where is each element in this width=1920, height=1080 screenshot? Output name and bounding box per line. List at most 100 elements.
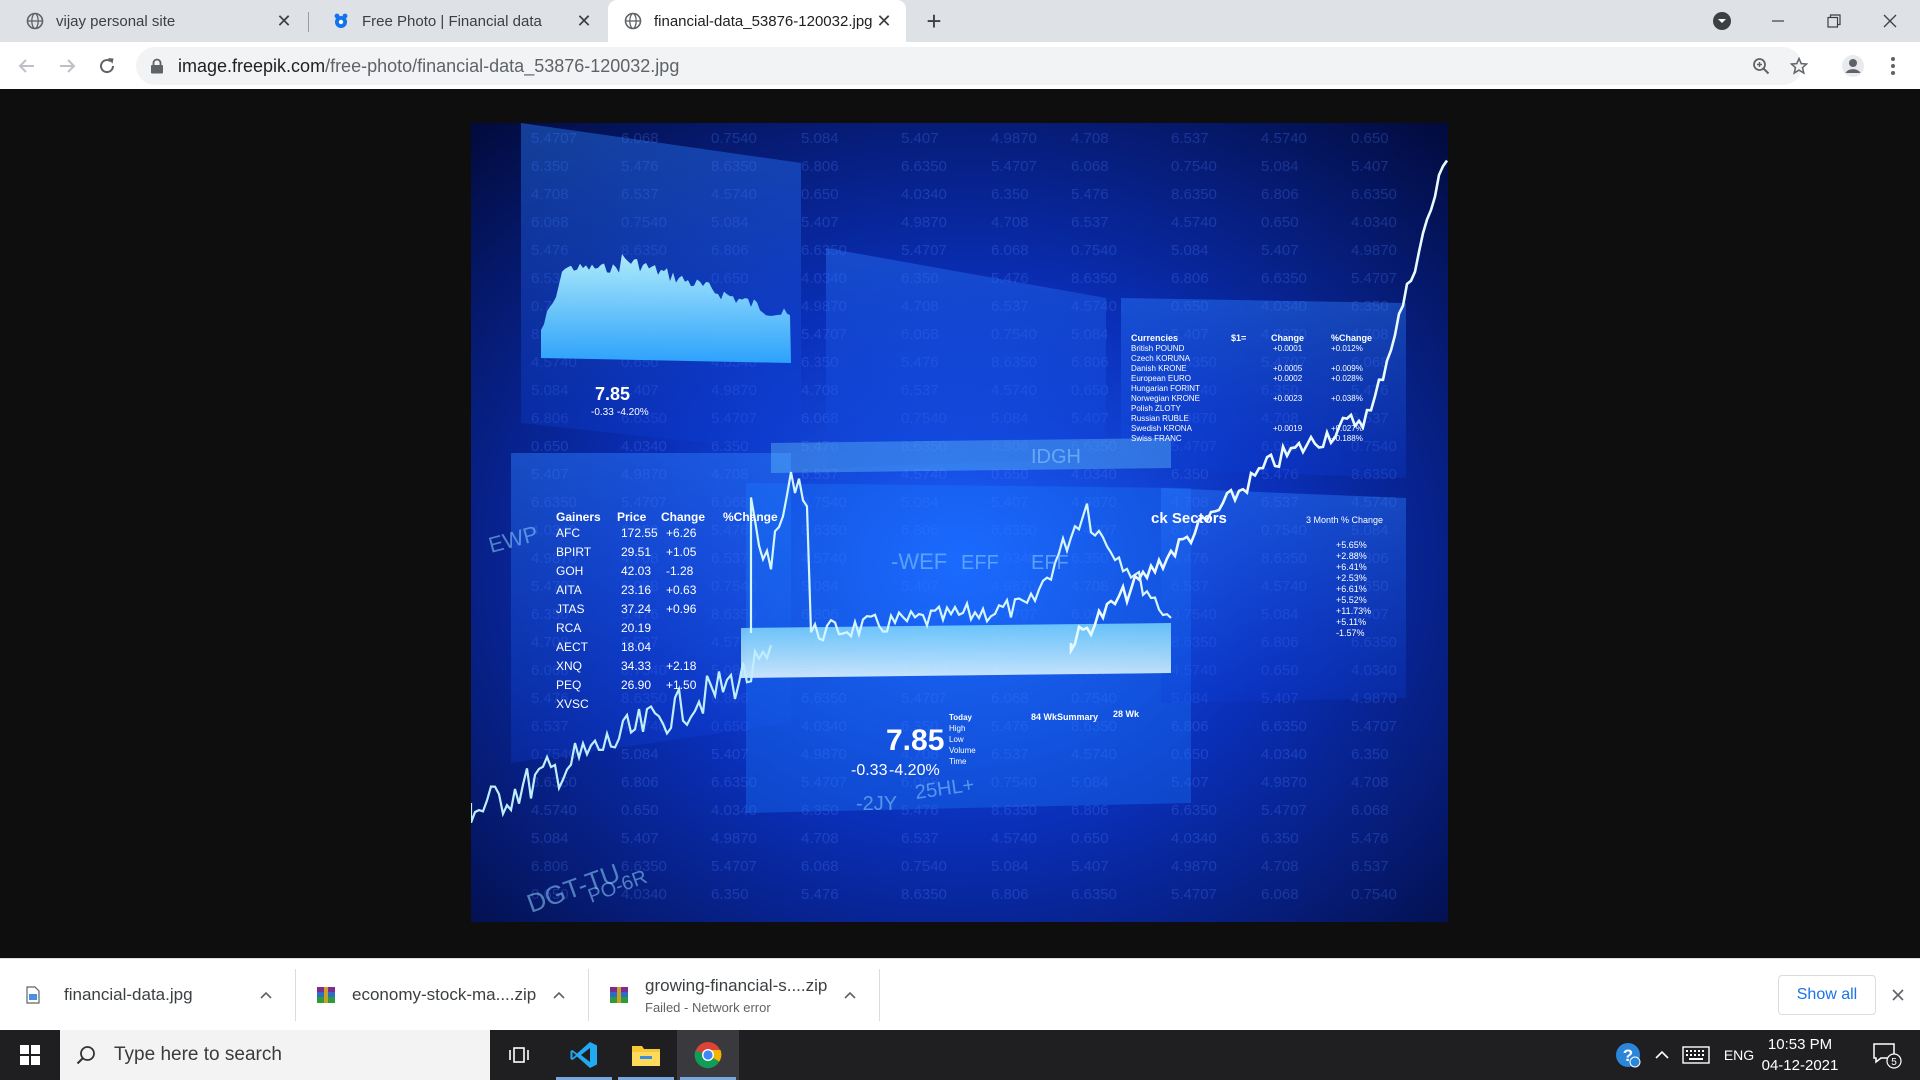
profile-button[interactable] xyxy=(1835,48,1871,84)
background-number: 0.650 xyxy=(801,186,839,203)
browser-toolbar: image.freepik.com/free-photo/financial-d… xyxy=(0,42,1920,90)
touch-keyboard-button[interactable] xyxy=(1678,1030,1714,1080)
download-item[interactable]: economy-stock-ma....zip xyxy=(296,959,588,1031)
lock-icon[interactable] xyxy=(150,58,164,74)
tab-financial-data-jpg[interactable]: financial-data_53876-120032.jpg ✕ xyxy=(608,0,906,42)
background-number: 6.806 xyxy=(801,158,839,175)
show-all-button[interactable]: Show all xyxy=(1778,975,1876,1015)
close-tab-icon[interactable]: ✕ xyxy=(272,9,296,33)
close-tab-icon[interactable]: ✕ xyxy=(872,9,896,33)
tab-search-button[interactable] xyxy=(1694,0,1750,42)
background-number: 5.407 xyxy=(801,214,839,231)
quote-label: Volume xyxy=(949,746,976,755)
background-number: 4.0340 xyxy=(1351,214,1397,231)
close-icon xyxy=(1883,14,1897,28)
globe-icon xyxy=(26,12,44,30)
download-filename: financial-data.jpg xyxy=(64,985,193,1004)
quote-label: Today xyxy=(949,713,973,722)
url-text[interactable]: image.freepik.com/free-photo/financial-d… xyxy=(178,56,679,77)
back-button[interactable] xyxy=(9,48,45,84)
background-number: 6.068 xyxy=(1351,802,1389,819)
action-center-button[interactable]: 5 xyxy=(1862,1030,1912,1080)
taskbar-vscode[interactable] xyxy=(553,1030,615,1080)
download-options-caret[interactable] xyxy=(256,985,276,1005)
restore-button[interactable] xyxy=(1806,0,1862,42)
background-number: 8.6350 xyxy=(1071,270,1117,287)
show-hidden-icons-button[interactable] xyxy=(1648,1030,1676,1080)
bookmark-star-icon[interactable] xyxy=(1790,57,1808,75)
close-window-button[interactable] xyxy=(1862,0,1918,42)
tab-title: financial-data_53876-120032.jpg xyxy=(654,12,872,30)
currency-name: Polish ZLOTY xyxy=(1131,404,1181,413)
currency-pct-change: +0.009% xyxy=(1331,364,1363,373)
gainers-header: %Change xyxy=(723,510,778,524)
sector-value: +2.53% xyxy=(1336,573,1367,583)
quote-label: High xyxy=(949,724,965,733)
sector-value: +6.41% xyxy=(1336,562,1367,572)
url-host: image.freepik.com xyxy=(178,56,326,76)
background-number: 6.350 xyxy=(991,186,1029,203)
background-number: 6.6350 xyxy=(901,158,947,175)
download-shelf: financial-data.jpg economy-stock-ma....z… xyxy=(0,958,1920,1031)
winrar-archive-icon xyxy=(317,987,335,1003)
close-shelf-button[interactable] xyxy=(1886,983,1910,1007)
taskbar-file-explorer[interactable] xyxy=(615,1030,677,1080)
background-number: 6.068 xyxy=(801,858,839,875)
gainers-header: Price xyxy=(617,510,647,524)
sector-value: +5.52% xyxy=(1336,595,1367,605)
currency-name: Russian RUBLE xyxy=(1131,414,1189,423)
background-number: 5.084 xyxy=(801,130,839,147)
clock-time: 10:53 PM xyxy=(1767,1036,1833,1053)
new-tab-button[interactable]: + xyxy=(918,5,950,37)
reload-button[interactable] xyxy=(89,48,125,84)
currency-header: Change xyxy=(1271,333,1304,343)
start-button[interactable] xyxy=(0,1030,60,1080)
tab-vijay-personal-site[interactable]: vijay personal site ✕ xyxy=(0,0,306,42)
forward-button[interactable] xyxy=(49,48,85,84)
sectors-subtitle: 3 Month % Change xyxy=(1306,515,1383,525)
background-number: 6.806 xyxy=(1171,270,1209,287)
currency-name: Danish KRONE xyxy=(1131,364,1187,373)
background-number: 0.650 xyxy=(531,438,569,455)
taskbar-clock[interactable]: 10:53 PM 04-12-2021 xyxy=(1750,1034,1850,1076)
background-number: 4.5740 xyxy=(991,830,1037,847)
background-number: 5.4707 xyxy=(1351,270,1397,287)
financial-data-photo[interactable]: 5.4707 6.350 4.708 6.068 5.476 6.537 0.7540 8.6… xyxy=(471,123,1448,922)
search-placeholder: Type here to search xyxy=(114,1044,282,1065)
overlay-word: IDGH xyxy=(1031,446,1081,468)
overlay-word: -WEF xyxy=(891,549,947,574)
download-options-caret[interactable] xyxy=(840,985,860,1005)
tab-free-photo[interactable]: Free Photo | Financial data ✕ xyxy=(306,0,606,42)
download-item[interactable]: financial-data.jpg xyxy=(0,959,296,1031)
close-tab-icon[interactable]: ✕ xyxy=(572,9,596,33)
help-icon: ? xyxy=(1616,1043,1641,1068)
quote-label: Low xyxy=(949,735,964,744)
download-options-caret[interactable] xyxy=(549,985,569,1005)
background-number: 6.806 xyxy=(531,858,569,875)
gainers-price: 172.55 xyxy=(621,526,658,540)
task-view-button[interactable] xyxy=(489,1030,551,1080)
minimize-button[interactable] xyxy=(1750,0,1806,42)
freepik-icon xyxy=(334,13,348,28)
taskbar-search-box[interactable]: Type here to search xyxy=(60,1030,490,1080)
address-bar[interactable]: image.freepik.com/free-photo/financial-d… xyxy=(136,47,1808,85)
background-number: 5.407 xyxy=(901,130,939,147)
download-item-failed[interactable]: growing-financial-s....zip Failed - Netw… xyxy=(589,959,879,1031)
quote-small-change: -0.33 xyxy=(591,407,614,418)
taskbar-chrome[interactable] xyxy=(677,1030,739,1080)
currency-name: Swiss FRANC xyxy=(1131,434,1182,443)
browser-menu-button[interactable] xyxy=(1875,48,1911,84)
gainers-symbol: AITA xyxy=(556,583,582,597)
background-number: 5.084 xyxy=(531,830,569,847)
gainers-symbol: PEQ xyxy=(556,678,581,692)
background-number: 4.9870 xyxy=(1171,858,1217,875)
sector-value: +11.73% xyxy=(1336,606,1371,616)
zoom-icon[interactable] xyxy=(1752,57,1770,75)
help-tray-button[interactable]: ? xyxy=(1610,1030,1646,1080)
background-number: 0.650 xyxy=(1261,214,1299,231)
restore-icon xyxy=(1827,14,1841,28)
overlay-word: EFF xyxy=(961,552,999,574)
background-number: 6.068 xyxy=(1261,886,1299,903)
gainers-symbol: RCA xyxy=(556,621,581,635)
quote-big-price: 7.85 xyxy=(886,724,944,757)
